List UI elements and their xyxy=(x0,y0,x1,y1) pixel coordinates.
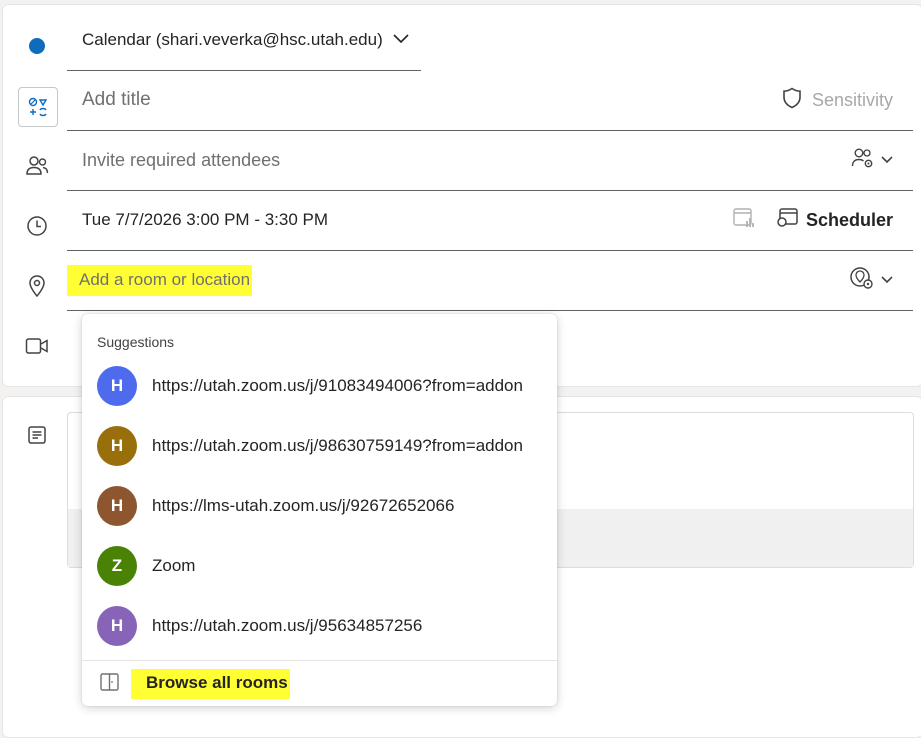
chevron-down-icon xyxy=(881,151,893,169)
people-icon xyxy=(24,153,50,179)
suggestion-item[interactable]: Z Zoom xyxy=(97,544,547,588)
location-settings-icon xyxy=(849,266,875,295)
emoji-toggle-icon[interactable] xyxy=(18,87,58,127)
location-suggestions-dropdown: Suggestions H https://utah.zoom.us/j/910… xyxy=(82,314,557,706)
suggestion-text: https://utah.zoom.us/j/91083494006?from=… xyxy=(152,376,523,395)
people-settings-icon xyxy=(851,147,875,174)
suggestion-text: https://utah.zoom.us/j/98630759149?from=… xyxy=(152,436,523,455)
avatar: H xyxy=(97,426,137,466)
suggestions-heading: Suggestions xyxy=(97,334,175,350)
suggestion-item[interactable]: H https://utah.zoom.us/j/95634857256 xyxy=(97,604,547,648)
avatar: H xyxy=(97,366,137,406)
browse-all-rooms-label: Browse all rooms xyxy=(131,669,290,699)
sensitivity-button[interactable]: Sensitivity xyxy=(782,87,893,114)
location-options-button[interactable] xyxy=(849,266,893,295)
browse-all-rooms-button[interactable]: Browse all rooms xyxy=(82,660,557,707)
sensitivity-label: Sensitivity xyxy=(811,89,893,110)
notes-icon xyxy=(24,422,50,448)
calendar-selector[interactable]: Calendar (shari.veverka@hsc.utah.edu) xyxy=(67,10,421,71)
attendees-input[interactable]: Invite required attendees xyxy=(82,150,280,171)
suggestion-item[interactable]: H https://lms-utah.zoom.us/j/92672652066 xyxy=(97,484,547,528)
calendar-label: Calendar (shari.veverka@hsc.utah.edu) xyxy=(82,30,383,49)
attendee-options-button[interactable] xyxy=(851,147,893,174)
shield-icon xyxy=(782,87,802,114)
calendar-dot-icon xyxy=(24,33,50,59)
datetime-field[interactable]: Tue 7/7/2026 3:00 PM - 3:30 PM Scheduler xyxy=(67,190,913,251)
suggestion-text: Zoom xyxy=(152,556,196,575)
suggestion-text: https://utah.zoom.us/j/95634857256 xyxy=(152,616,423,635)
title-input[interactable]: Add title xyxy=(82,89,151,111)
location-input[interactable]: Add a room or location xyxy=(67,264,253,296)
suggestion-item[interactable]: H https://utah.zoom.us/j/91083494006?fro… xyxy=(97,364,547,408)
schedule-chart-icon[interactable] xyxy=(732,207,756,234)
location-field[interactable]: Add a room or location xyxy=(67,250,913,311)
chevron-down-icon xyxy=(881,271,893,289)
clock-icon xyxy=(24,213,50,239)
door-icon xyxy=(99,672,121,697)
attendees-field[interactable]: Invite required attendees xyxy=(67,130,913,191)
avatar: H xyxy=(97,486,137,526)
scheduler-label: Scheduler xyxy=(805,209,893,230)
video-icon[interactable] xyxy=(24,333,50,359)
avatar: Z xyxy=(97,546,137,586)
datetime-value[interactable]: Tue 7/7/2026 3:00 PM - 3:30 PM xyxy=(82,210,328,230)
chevron-down-icon xyxy=(393,31,409,49)
scheduler-button[interactable]: Scheduler xyxy=(776,207,893,234)
suggestion-item[interactable]: H https://utah.zoom.us/j/98630759149?fro… xyxy=(97,424,547,468)
suggestion-text: https://lms-utah.zoom.us/j/92672652066 xyxy=(152,496,455,515)
title-field[interactable]: Add title Sensitivity xyxy=(67,70,913,131)
scheduler-icon xyxy=(776,207,800,234)
location-pin-icon xyxy=(24,273,50,299)
avatar: H xyxy=(97,606,137,646)
calendar-color-dot xyxy=(29,38,45,54)
